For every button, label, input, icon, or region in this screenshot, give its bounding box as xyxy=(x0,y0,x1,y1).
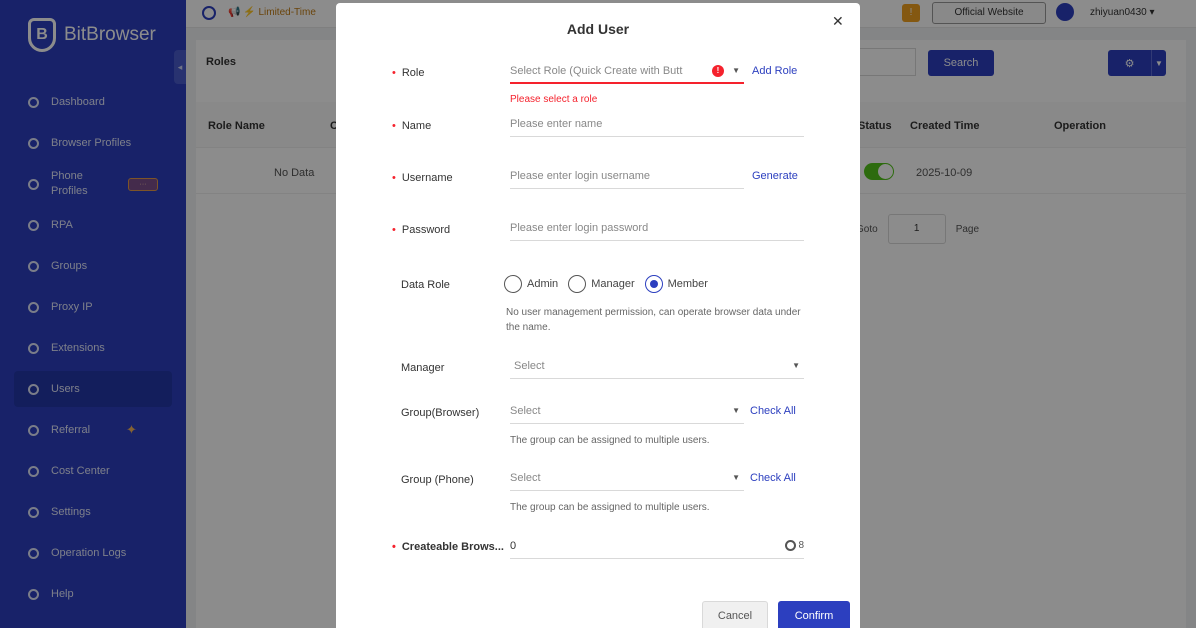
createable-label: • Createable Brows... xyxy=(392,541,504,553)
data-role-hint: No user management permission, can opera… xyxy=(506,307,801,333)
role-label: • Role xyxy=(392,67,425,79)
add-role-link[interactable]: Add Role xyxy=(752,65,797,77)
name-label: • Name xyxy=(392,120,432,132)
radio-circle-icon xyxy=(568,275,587,293)
group-phone-label: Group (Phone) xyxy=(401,474,474,486)
chevron-down-icon: ▼ xyxy=(792,361,800,370)
generate-link[interactable]: Generate xyxy=(752,170,798,182)
role-select[interactable]: Select Role (Quick Create with Butt ! ▼ xyxy=(510,60,744,84)
radio-admin[interactable]: Admin xyxy=(504,275,558,293)
password-input[interactable]: Please enter login password xyxy=(510,217,804,241)
error-icon: ! xyxy=(712,65,724,77)
createable-number-input[interactable]: 0 8 xyxy=(510,535,804,559)
chevron-down-icon: ▼ xyxy=(732,66,740,75)
data-role-label: Data Role xyxy=(401,279,450,291)
cancel-button[interactable]: Cancel xyxy=(702,601,768,628)
username-input[interactable]: Please enter login username xyxy=(510,165,744,189)
radio-manager[interactable]: Manager xyxy=(568,275,635,293)
chevron-down-icon: ▼ xyxy=(732,406,740,415)
add-user-dialog: Add User ✕ • Role Select Role (Quick Crea… xyxy=(336,3,860,628)
radio-checked-icon xyxy=(644,275,663,293)
group-browser-hint: The group can be assigned to multiple us… xyxy=(510,435,710,446)
radio-circle-icon xyxy=(504,275,522,293)
confirm-button[interactable]: Confirm xyxy=(778,601,850,628)
check-all-browser-link[interactable]: Check All xyxy=(750,405,796,417)
dialog-title: Add User xyxy=(566,21,630,37)
chevron-down-icon: ▼ xyxy=(732,473,740,482)
radio-member[interactable]: Member xyxy=(644,275,708,293)
manager-select[interactable]: Select ▼ xyxy=(510,355,804,379)
info-circle-icon xyxy=(785,540,796,551)
group-phone-hint: The group can be assigned to multiple us… xyxy=(510,502,710,513)
name-input[interactable]: Please enter name xyxy=(510,113,804,137)
close-icon[interactable]: ✕ xyxy=(832,13,844,30)
manager-label: Manager xyxy=(401,362,445,374)
username-label: • Username xyxy=(392,172,453,184)
password-label: • Password xyxy=(392,224,451,236)
group-browser-select[interactable]: Select ▼ xyxy=(510,400,744,424)
role-error-text: Please select a role xyxy=(510,94,598,105)
group-browser-label: Group(Browser) xyxy=(401,407,480,419)
group-phone-select[interactable]: Select ▼ xyxy=(510,467,744,491)
data-role-radio-group: Admin Manager Member xyxy=(504,275,708,293)
check-all-phone-link[interactable]: Check All xyxy=(750,472,796,484)
